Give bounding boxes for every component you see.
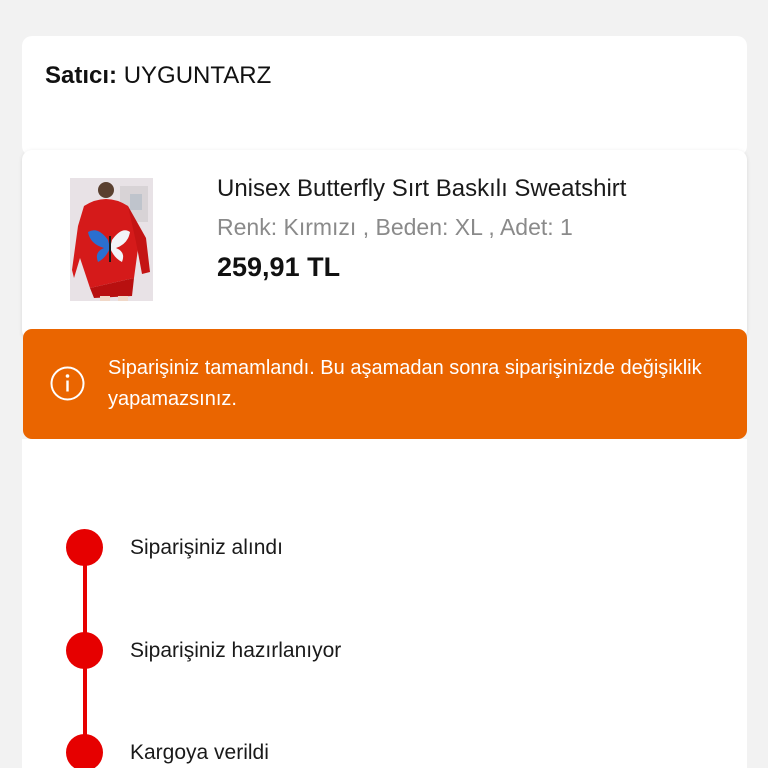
order-complete-alert: Siparişiniz tamamlandı. Bu aşamadan sonr… bbox=[23, 329, 747, 439]
timeline-step-2-label: Siparişiniz hazırlanıyor bbox=[130, 639, 342, 662]
hoodie-image bbox=[70, 178, 153, 301]
alert-message: Siparişiniz tamamlandı. Bu aşamadan sonr… bbox=[108, 357, 702, 410]
timeline-step-3-dot bbox=[66, 734, 103, 768]
timeline-step-1-dot bbox=[66, 529, 103, 566]
timeline-step-1-label: Siparişiniz alındı bbox=[130, 536, 283, 559]
seller-label: Satıcı: bbox=[45, 62, 118, 89]
timeline-step-2-dot bbox=[66, 632, 103, 669]
info-icon bbox=[50, 366, 85, 401]
product-card[interactable]: Unisex Butterfly Sırt Baskılı Sweatshirt… bbox=[22, 150, 747, 340]
seller-name[interactable]: UYGUNTARZ bbox=[124, 62, 272, 89]
product-price: 259,91 TL bbox=[217, 252, 341, 282]
product-title[interactable]: Unisex Butterfly Sırt Baskılı Sweatshirt bbox=[217, 174, 626, 204]
timeline-step-3-label: Kargoya verildi bbox=[130, 741, 269, 764]
product-variant: Renk: Kırmızı , Beden: XL , Adet: 1 bbox=[217, 214, 573, 240]
seller-card: Satıcı: UYGUNTARZ bbox=[22, 36, 747, 156]
order-detail-page: Satıcı: UYGUNTARZ Unisex Butterfly Sırt … bbox=[0, 0, 768, 768]
seller-info: Satıcı: UYGUNTARZ bbox=[45, 62, 271, 90]
order-status-timeline: Siparişiniz alındı Siparişiniz hazırlanı… bbox=[22, 439, 747, 768]
product-image[interactable] bbox=[70, 178, 153, 301]
